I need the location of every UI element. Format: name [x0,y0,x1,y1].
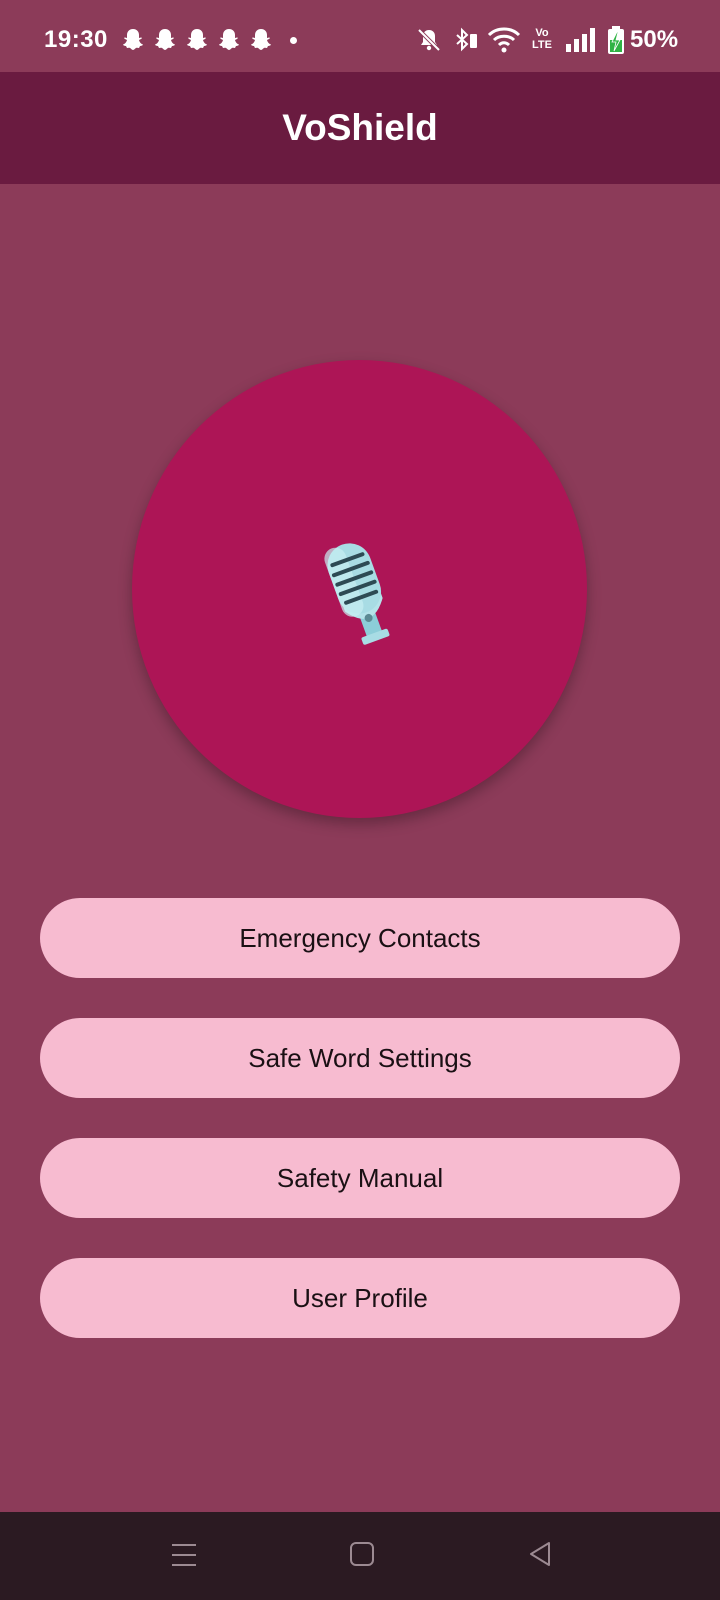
back-icon[interactable] [527,1540,553,1568]
menu-icon[interactable] [170,1542,198,1568]
microphone-icon [324,543,390,645]
status-bar: 19:30 Vo LTE 50% [0,0,720,72]
user-profile-button[interactable]: User Profile [40,1258,680,1338]
safe-word-settings-button[interactable]: Safe Word Settings [40,1018,680,1098]
battery-level: 50% [630,26,679,53]
mute-bell-icon [417,28,441,52]
emergency-contacts-button[interactable]: Emergency Contacts [40,898,680,978]
app-bar: VoShield [0,72,720,184]
app-title: VoShield [282,107,438,148]
safety-manual-button[interactable]: Safety Manual [40,1138,680,1218]
home-icon[interactable] [349,1541,375,1567]
bluetooth-icon [456,27,477,52]
navigation-bar [0,1512,720,1600]
volte-icon: Vo LTE [532,27,552,51]
wifi-icon [487,27,521,53]
battery-charging-icon [608,26,624,54]
signal-icon [566,28,595,52]
system-icons: Vo LTE 50% [0,0,720,72]
